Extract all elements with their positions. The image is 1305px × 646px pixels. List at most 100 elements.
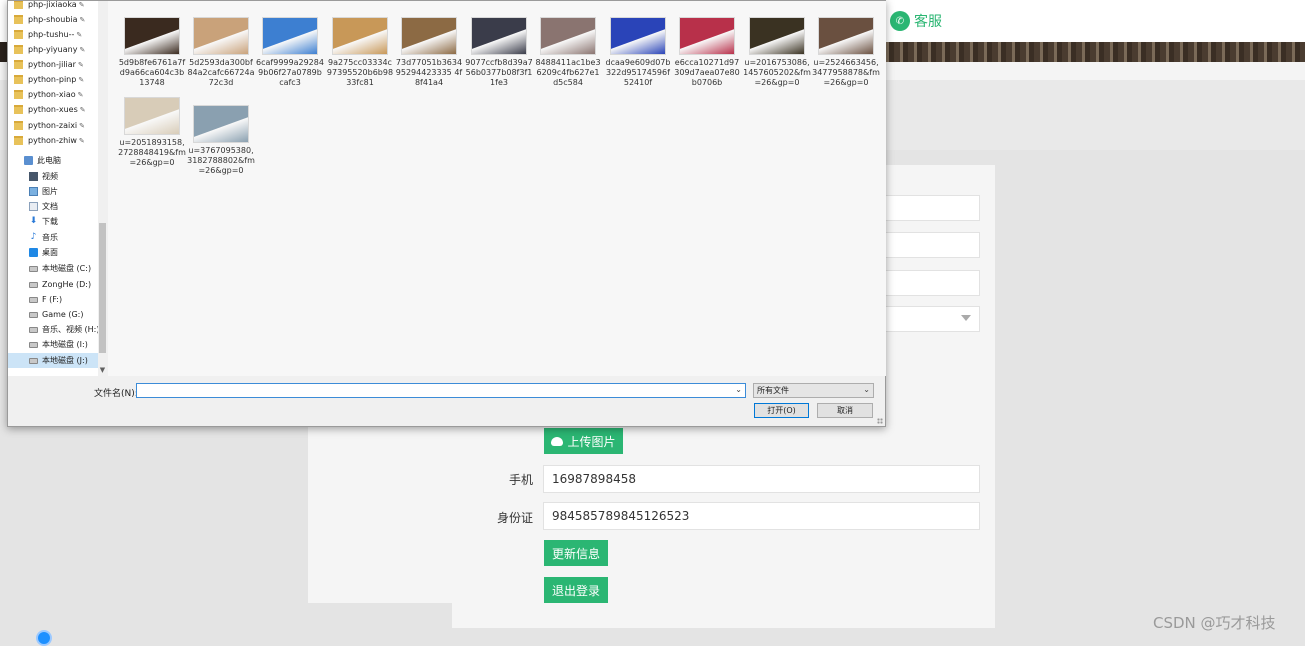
pin-icon: ✎ bbox=[79, 15, 86, 24]
image-thumbnail bbox=[332, 17, 388, 55]
image-thumbnail bbox=[262, 17, 318, 55]
phone-label: 手机 bbox=[508, 473, 533, 487]
quick-access-item[interactable]: php-tushu-- ✎ bbox=[14, 27, 82, 42]
file-name: e6cca10271d97309d7aea07e80b0706b bbox=[674, 58, 740, 87]
file-name: 73d77051b363495294423335 4f8f41a4 bbox=[395, 58, 463, 87]
logout-button[interactable]: 退出登录 bbox=[544, 577, 608, 603]
file-open-dialog: php-jixiaoka ✎ php-shoubia ✎ php-tushu-- ✎ … bbox=[7, 0, 886, 427]
customer-service-link[interactable]: ✆ 客服 bbox=[890, 10, 942, 32]
drive-item[interactable]: Game (G:) bbox=[29, 307, 84, 322]
image-thumbnail bbox=[193, 105, 249, 143]
chevron-down-icon: ⌄ bbox=[863, 385, 870, 394]
drive-icon bbox=[29, 357, 38, 364]
drive-item[interactable]: F (F:) bbox=[29, 292, 62, 307]
file-item[interactable]: u=2051893158,2728848419&fm=26&gp=0 bbox=[117, 81, 187, 167]
file-item[interactable]: 9a275cc03334c97395520b6b9833fc81 bbox=[325, 1, 395, 87]
place-item-music[interactable]: ♪ 音乐 bbox=[29, 230, 58, 245]
drive-item-selected[interactable]: 本地磁盘 (J:) bbox=[8, 353, 98, 368]
floating-indicator bbox=[36, 630, 52, 646]
cancel-button[interactable]: 取消 bbox=[817, 403, 873, 418]
file-item[interactable]: 9077ccfb8d39a756b0377b08f3f11fe3 bbox=[464, 1, 534, 87]
quick-access-item[interactable]: python-zhiw ✎ bbox=[14, 133, 85, 148]
download-icon: ⬇ bbox=[29, 216, 38, 226]
quick-access-item[interactable]: php-jixiaoka ✎ bbox=[14, 1, 85, 12]
id-card-input[interactable]: 984585789845126523 bbox=[543, 502, 980, 530]
pin-icon: ✎ bbox=[78, 75, 85, 84]
drive-item[interactable]: 本地磁盘 (C:) bbox=[29, 261, 91, 276]
folder-icon bbox=[14, 30, 23, 39]
file-item[interactable]: e6cca10271d97309d7aea07e80b0706b bbox=[672, 1, 742, 87]
scrollbar-thumb[interactable] bbox=[99, 223, 106, 353]
file-type-value: 所有文件 bbox=[757, 386, 789, 395]
file-name: 6caf9999a292849b06f27a0789bcafc3 bbox=[256, 58, 324, 87]
file-item[interactable]: 6caf9999a292849b06f27a0789bcafc3 bbox=[255, 1, 325, 87]
file-name: 5d2593da300bf84a2cafc66724a72c3d bbox=[187, 58, 255, 87]
pictures-icon bbox=[29, 187, 38, 196]
open-button[interactable]: 打开(O) bbox=[754, 403, 809, 418]
file-list-pane[interactable]: 5d9b8fe6761a7fd9a66ca604c3b13748 5d2593d… bbox=[108, 1, 886, 376]
file-item[interactable]: u=3767095380,3182788802&fm=26&gp=0 bbox=[186, 89, 256, 175]
image-thumbnail bbox=[193, 17, 249, 55]
filename-input[interactable]: ⌄ bbox=[136, 383, 746, 398]
navigation-scrollbar[interactable]: ▼ bbox=[98, 1, 107, 376]
customer-service-label: 客服 bbox=[914, 14, 942, 30]
drive-icon bbox=[29, 281, 38, 288]
folder-icon bbox=[14, 15, 23, 24]
quick-access-item[interactable]: python-zaixi ✎ bbox=[14, 118, 85, 133]
computer-icon bbox=[24, 156, 33, 165]
drive-item[interactable]: 音乐、视频 (H:) bbox=[29, 322, 98, 337]
phone-input[interactable]: 16987898458 bbox=[543, 465, 980, 493]
pin-icon: ✎ bbox=[79, 105, 86, 114]
pin-icon: ✎ bbox=[79, 45, 86, 54]
place-item-downloads[interactable]: ⬇ 下载 bbox=[29, 214, 58, 229]
scroll-down-icon[interactable]: ▼ bbox=[98, 365, 107, 375]
drive-item[interactable]: 本地磁盘 (I:) bbox=[29, 337, 88, 352]
image-thumbnail bbox=[471, 17, 527, 55]
image-thumbnail bbox=[124, 17, 180, 55]
file-name: 8488411ac1be36209c4fb627e1d5c584 bbox=[535, 58, 601, 87]
file-item[interactable]: 5d2593da300bf84a2cafc66724a72c3d bbox=[186, 1, 256, 87]
quick-access-item[interactable]: php-shoubia ✎ bbox=[14, 12, 85, 27]
folder-icon bbox=[14, 60, 23, 69]
pin-icon: ✎ bbox=[78, 1, 85, 9]
drive-icon bbox=[29, 265, 38, 272]
quick-access-item[interactable]: python-xues ✎ bbox=[14, 102, 86, 117]
place-item-documents[interactable]: 文档 bbox=[29, 199, 58, 214]
update-info-button[interactable]: 更新信息 bbox=[544, 540, 608, 566]
file-name: u=2524663456,3477958878&fm=26&gp=0 bbox=[812, 58, 880, 87]
image-thumbnail bbox=[749, 17, 805, 55]
folder-icon bbox=[14, 45, 23, 54]
file-item[interactable]: 73d77051b363495294423335 4f8f41a4 bbox=[394, 1, 464, 87]
file-name: u=3767095380,3182788802&fm=26&gp=0 bbox=[187, 146, 255, 175]
quick-access-item[interactable]: python-pinp ✎ bbox=[14, 72, 84, 87]
dialog-footer: 文件名(N): ⌄ 所有文件 ⌄ 打开(O) 取消 bbox=[8, 376, 885, 426]
file-item[interactable]: u=2016753086,1457605202&fm=26&gp=0 bbox=[742, 1, 812, 87]
folder-icon bbox=[14, 1, 23, 9]
documents-icon bbox=[29, 202, 38, 211]
chevron-down-icon[interactable]: ⌄ bbox=[735, 385, 742, 394]
file-item[interactable]: 8488411ac1be36209c4fb627e1d5c584 bbox=[533, 1, 603, 87]
file-name: dcaa9e609d07b322d95174596f52410f bbox=[605, 58, 671, 87]
place-item-pictures[interactable]: 图片 bbox=[29, 184, 58, 199]
quick-access-item[interactable]: python-jiliar ✎ bbox=[14, 57, 84, 72]
pin-icon: ✎ bbox=[78, 136, 85, 145]
file-item[interactable]: u=2524663456,3477958878&fm=26&gp=0 bbox=[811, 1, 881, 87]
upload-image-button[interactable]: 上传图片 bbox=[544, 428, 623, 454]
folder-icon bbox=[14, 75, 23, 84]
resize-grip-icon[interactable] bbox=[877, 418, 883, 424]
pin-icon: ✎ bbox=[77, 90, 84, 99]
file-item[interactable]: 5d9b8fe6761a7fd9a66ca604c3b13748 bbox=[117, 1, 187, 87]
quick-access-item[interactable]: python-xiao ✎ bbox=[14, 87, 84, 102]
navigation-pane[interactable]: php-jixiaoka ✎ php-shoubia ✎ php-tushu-- ✎ … bbox=[8, 1, 98, 376]
file-type-select[interactable]: 所有文件 ⌄ bbox=[753, 383, 874, 398]
id-card-label: 身份证 bbox=[496, 511, 533, 525]
file-name: u=2016753086,1457605202&fm=26&gp=0 bbox=[743, 58, 811, 87]
place-item-desktop[interactable]: 桌面 bbox=[29, 245, 58, 260]
drive-item[interactable]: ZongHe (D:) bbox=[29, 277, 91, 292]
quick-access-item[interactable]: php-yiyuany ✎ bbox=[14, 42, 85, 57]
this-pc-item[interactable]: 此电脑 bbox=[24, 153, 61, 168]
music-icon: ♪ bbox=[30, 232, 37, 242]
file-item[interactable]: dcaa9e609d07b322d95174596f52410f bbox=[603, 1, 673, 87]
place-item-video[interactable]: 视频 bbox=[29, 169, 58, 184]
pin-icon: ✎ bbox=[79, 121, 86, 130]
